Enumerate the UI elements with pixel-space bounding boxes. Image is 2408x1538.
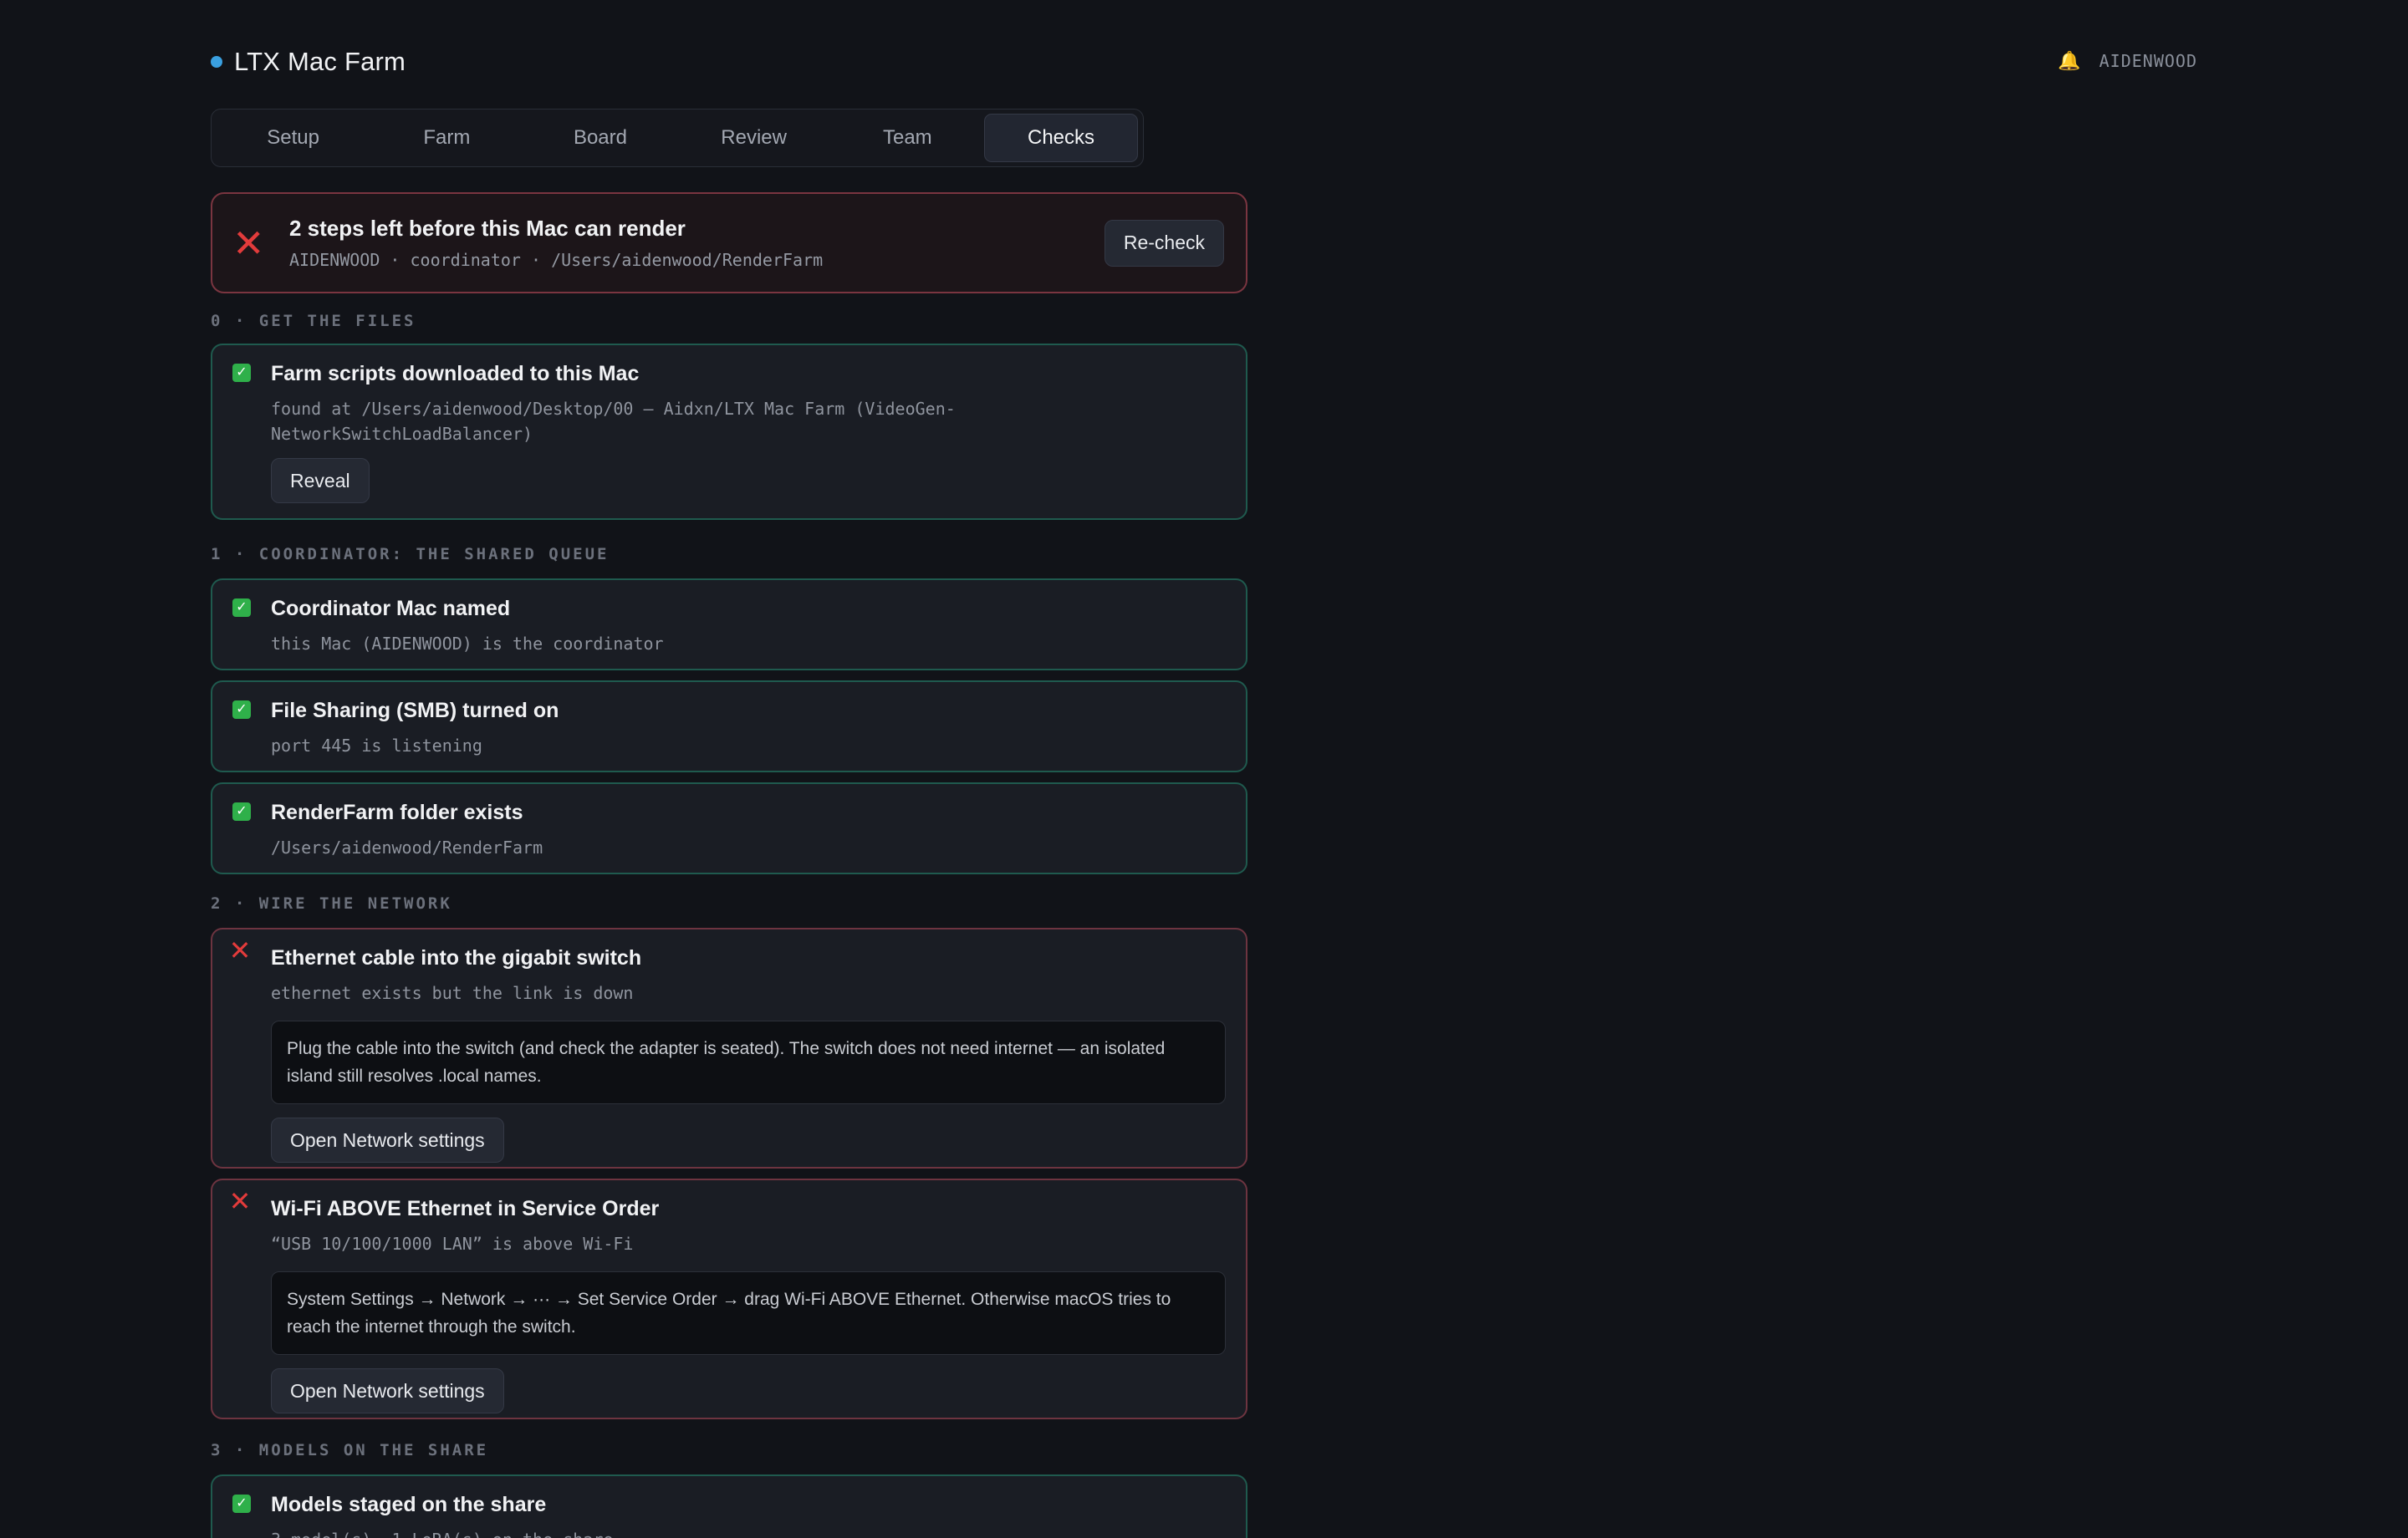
banner-title: 2 steps left before this Mac can render (289, 216, 686, 241)
check-detail: /Users/aidenwood/RenderFarm (271, 838, 543, 858)
banner-text: 2 steps left before this Mac can render … (289, 216, 1105, 270)
recheck-button[interactable]: Re-check (1104, 219, 1224, 267)
tab-review[interactable]: Review (677, 114, 830, 162)
section-label: 3 · MODELS ON THE SHARE (211, 1441, 489, 1459)
section-label: 2 · WIRE THE NETWORK (211, 894, 452, 913)
check-pass-icon: ✓ (232, 802, 251, 821)
check-card: ✓ RenderFarm folder exists /Users/aidenw… (211, 782, 1247, 874)
check-detail: ethernet exists but the link is down (271, 983, 634, 1003)
checks-column: ✕ 2 steps left before this Mac can rende… (211, 192, 1247, 1538)
check-hint: System Settings → Network → ··· → Set Se… (271, 1271, 1226, 1355)
check-detail: “USB 10/100/1000 LAN” is above Wi-Fi (271, 1234, 634, 1254)
section-label: 0 · GET THE FILES (211, 312, 416, 330)
check-hint: Plug the cable into the switch (and chec… (271, 1021, 1226, 1104)
open-network-settings-button[interactable]: Open Network settings (271, 1118, 504, 1163)
banner-subtitle: AIDENWOOD · coordinator · /Users/aidenwo… (289, 250, 824, 270)
check-card: ✕ Ethernet cable into the gigabit switch… (211, 928, 1247, 1169)
app-title: LTX Mac Farm (234, 47, 406, 76)
check-card: ✓ File Sharing (SMB) turned on port 445 … (211, 680, 1247, 772)
fail-icon: ✕ (232, 221, 265, 265)
check-detail: this Mac (AIDENWOOD) is the coordinator (271, 634, 664, 654)
check-card: ✓ Models staged on the share 3 model(s),… (211, 1474, 1247, 1538)
tab-board[interactable]: Board (523, 114, 676, 162)
check-detail: port 445 is listening (271, 736, 482, 756)
reveal-button[interactable]: Reveal (271, 458, 370, 503)
check-title: RenderFarm folder exists (271, 801, 523, 824)
check-title: Coordinator Mac named (271, 597, 511, 620)
check-card: ✓ Coordinator Mac named this Mac (AIDENW… (211, 578, 1247, 670)
check-title: Ethernet cable into the gigabit switch (271, 946, 642, 970)
check-pass-icon: ✓ (232, 598, 251, 617)
check-detail: 3 model(s), 1 LoRA(s) on the share (271, 1527, 1226, 1538)
section-label: 1 · COORDINATOR: THE SHARED QUEUE (211, 545, 610, 563)
bell-icon[interactable]: 🔔 (2058, 50, 2080, 72)
check-fail-icon: ✕ (228, 935, 252, 965)
check-title: File Sharing (SMB) turned on (271, 699, 559, 722)
check-action: Open Network settings (271, 1368, 1226, 1413)
tab-checks[interactable]: Checks (984, 114, 1138, 162)
check-fail-icon: ✕ (228, 1186, 252, 1216)
tab-farm[interactable]: Farm (370, 114, 523, 162)
status-dot-icon (211, 56, 222, 68)
check-pass-icon: ✓ (232, 1495, 251, 1513)
status-banner: ✕ 2 steps left before this Mac can rende… (211, 192, 1247, 293)
check-title: Models staged on the share (271, 1493, 547, 1516)
check-pass-icon: ✓ (232, 700, 251, 719)
tab-setup[interactable]: Setup (217, 114, 370, 162)
app-brand: LTX Mac Farm (211, 47, 406, 77)
check-title: Farm scripts downloaded to this Mac (271, 362, 640, 385)
tab-team[interactable]: Team (831, 114, 984, 162)
tab-bar: Setup Farm Board Review Team Checks (211, 109, 1144, 167)
user-name: AIDENWOOD (2099, 51, 2197, 71)
check-title: Wi-Fi ABOVE Ethernet in Service Order (271, 1197, 660, 1220)
open-network-settings-button[interactable]: Open Network settings (271, 1368, 504, 1413)
check-action: Open Network settings (271, 1118, 1226, 1163)
checks-page: LTX Mac Farm 🔔 AIDENWOOD Setup Farm Boar… (0, 0, 2408, 1538)
check-card: ✓ Farm scripts downloaded to this Mac fo… (211, 344, 1247, 520)
user-area: 🔔 AIDENWOOD (2058, 50, 2197, 72)
check-card: ✕ Wi-Fi ABOVE Ethernet in Service Order … (211, 1179, 1247, 1419)
check-action: Reveal (271, 458, 1226, 503)
check-pass-icon: ✓ (232, 364, 251, 382)
check-detail: found at /Users/aidenwood/Desktop/00 — A… (271, 399, 956, 444)
